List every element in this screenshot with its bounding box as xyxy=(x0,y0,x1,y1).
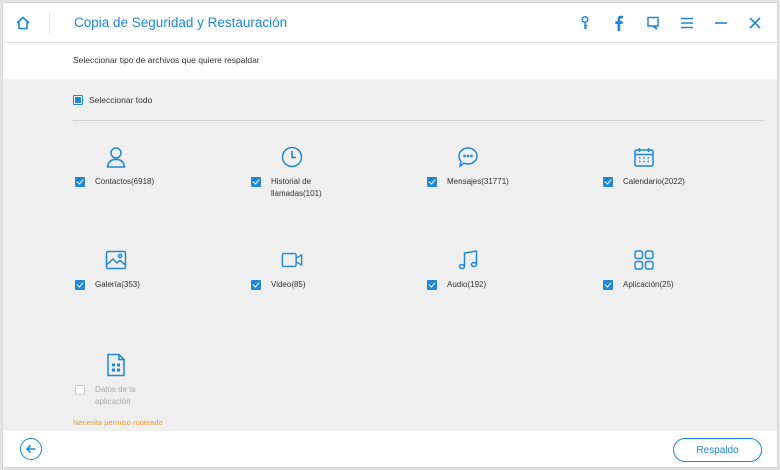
select-all-box[interactable] xyxy=(73,95,83,105)
message-icon xyxy=(457,146,479,168)
calendar-icon xyxy=(633,146,655,168)
home-icon[interactable] xyxy=(13,13,33,33)
item-gallery[interactable]: Galería(353) xyxy=(75,249,225,309)
contacts-checkbox[interactable] xyxy=(75,177,85,187)
gallery-checkbox[interactable] xyxy=(75,280,85,290)
facebook-icon[interactable] xyxy=(609,13,629,33)
close-icon[interactable] xyxy=(745,13,765,33)
gallery-icon xyxy=(105,249,127,271)
item-messages[interactable]: Mensajes(31771) xyxy=(427,146,577,206)
gallery-label: Galería(353) xyxy=(95,280,140,289)
apps-checkbox[interactable] xyxy=(603,280,613,290)
calendar-label: Calendario(2022) xyxy=(623,177,685,186)
item-gallery-row[interactable]: Galería(353) xyxy=(75,279,165,291)
call-history-checkbox[interactable] xyxy=(251,177,261,187)
feedback-icon[interactable] xyxy=(643,13,663,33)
item-audio-row[interactable]: Audio(192) xyxy=(427,279,517,291)
app-data-label: Datos de la aplicación xyxy=(95,385,136,406)
video-icon xyxy=(281,249,303,271)
select-all-checkbox[interactable]: Seleccionar todo xyxy=(73,95,152,105)
subheader: Seleccionar tipo de archivos que quiere … xyxy=(3,43,777,79)
item-calendar[interactable]: Calendario(2022) xyxy=(603,146,753,206)
item-messages-row[interactable]: Mensajes(31771) xyxy=(427,176,517,188)
messages-checkbox[interactable] xyxy=(427,177,437,187)
root-warning: Necesita permiso rooteado xyxy=(73,418,163,427)
app-window: Copia de Seguridad y Restauración Selecc… xyxy=(2,2,778,468)
call-history-label: Historial de llamadas(101) xyxy=(271,177,322,198)
app-data-icon xyxy=(105,353,127,377)
select-all-label: Seleccionar todo xyxy=(89,95,153,105)
item-audio[interactable]: Audio(192) xyxy=(427,249,577,309)
item-call-history-row[interactable]: Historial de llamadas(101) xyxy=(251,176,341,200)
item-app-data: Datos de la aplicación xyxy=(75,353,225,414)
calendar-checkbox[interactable] xyxy=(603,177,613,187)
footer: Respaldo xyxy=(3,431,777,467)
audio-checkbox[interactable] xyxy=(427,280,437,290)
music-icon xyxy=(457,249,479,271)
back-arrow-icon xyxy=(25,444,36,454)
video-checkbox[interactable] xyxy=(251,280,261,290)
item-calendar-row[interactable]: Calendario(2022) xyxy=(603,176,693,188)
item-video[interactable]: Video(85) xyxy=(251,249,401,309)
audio-label: Audio(192) xyxy=(447,280,487,289)
apps-label: Aplicación(25) xyxy=(623,280,674,289)
video-label: Video(85) xyxy=(271,280,306,289)
instruction-text: Seleccionar tipo de archivos que quiere … xyxy=(73,55,260,65)
apps-icon xyxy=(633,249,655,271)
item-apps[interactable]: Aplicación(25) xyxy=(603,249,753,309)
title-bar: Copia de Seguridad y Restauración xyxy=(3,3,777,43)
minimize-icon[interactable] xyxy=(711,13,731,33)
clock-icon xyxy=(281,146,303,168)
back-button[interactable] xyxy=(20,438,42,460)
file-type-panel: Seleccionar todo Contactos(6918) Histori… xyxy=(3,79,777,431)
menu-icon[interactable] xyxy=(677,13,697,33)
app-title: Copia de Seguridad y Restauración xyxy=(74,15,288,30)
title-icons xyxy=(561,13,765,33)
item-call-history[interactable]: Historial de llamadas(101) xyxy=(251,146,401,206)
contacts-label: Contactos(6918) xyxy=(95,177,155,186)
title-divider xyxy=(49,12,50,34)
item-contacts[interactable]: Contactos(6918) xyxy=(75,146,225,206)
contacts-icon xyxy=(105,146,127,168)
item-apps-row[interactable]: Aplicación(25) xyxy=(603,279,693,291)
item-app-data-row: Datos de la aplicación xyxy=(75,384,165,408)
backup-button[interactable]: Respaldo xyxy=(673,438,762,462)
app-data-checkbox xyxy=(75,385,85,395)
item-contacts-row[interactable]: Contactos(6918) xyxy=(75,176,165,188)
item-video-row[interactable]: Video(85) xyxy=(251,279,341,291)
messages-label: Mensajes(31771) xyxy=(447,177,509,186)
divider xyxy=(73,120,765,121)
key-icon[interactable] xyxy=(575,13,595,33)
